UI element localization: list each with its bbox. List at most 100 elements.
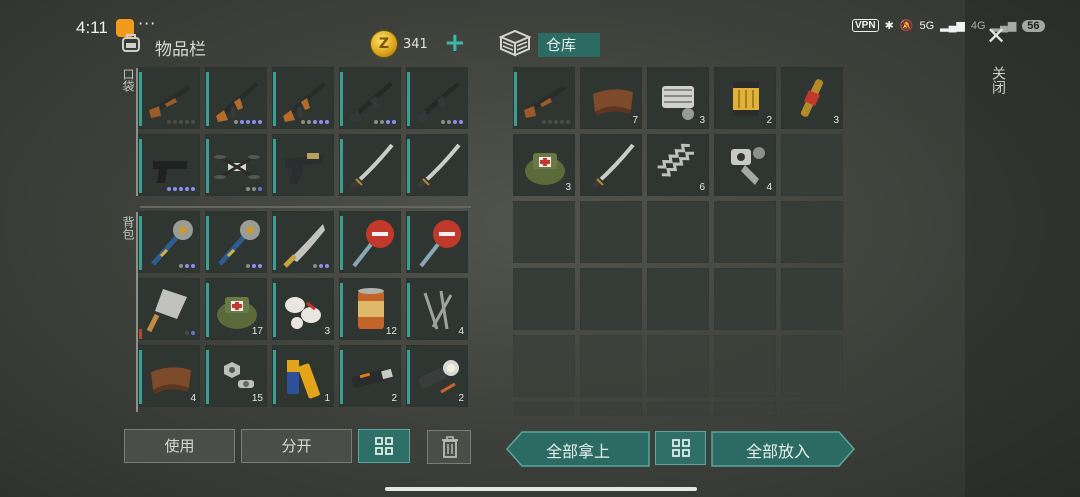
sort-warehouse-button[interactable] (655, 431, 706, 465)
empty-slot[interactable] (647, 201, 709, 263)
item-slot[interactable]: 15 (205, 345, 267, 407)
item-slot[interactable] (513, 67, 575, 129)
backpack-icon (122, 34, 140, 52)
empty-slot[interactable] (513, 335, 575, 397)
empty-slot[interactable] (647, 335, 709, 397)
item-slot[interactable] (205, 134, 267, 196)
empty-slot[interactable] (513, 402, 575, 416)
item-slot[interactable]: 12 (339, 278, 401, 340)
item-slot[interactable]: 3 (781, 67, 843, 129)
durability-bar (139, 72, 142, 126)
empty-slot[interactable] (781, 134, 843, 196)
empty-slot[interactable] (580, 335, 642, 397)
durability-bar (273, 216, 276, 270)
item-slot[interactable] (339, 67, 401, 129)
item-slot[interactable]: 4 (138, 345, 200, 407)
item-slot[interactable] (339, 134, 401, 196)
put-all-label[interactable]: 全部放入 (716, 438, 840, 462)
trash-button[interactable] (427, 430, 471, 464)
empty-slot[interactable] (580, 201, 642, 263)
rarity-dots (246, 264, 262, 268)
empty-slot[interactable] (513, 268, 575, 330)
durability-bar (340, 350, 343, 404)
item-slot[interactable] (138, 278, 200, 340)
empty-slot[interactable] (580, 402, 642, 416)
empty-slot[interactable] (714, 402, 776, 416)
empty-slot[interactable] (781, 402, 843, 416)
spark-plug-icon (800, 79, 824, 117)
item-slot[interactable] (138, 211, 200, 273)
item-quantity: 3 (833, 115, 839, 126)
item-slot[interactable]: 1 (272, 345, 334, 407)
item-slot[interactable]: 7 (580, 67, 642, 129)
durability-bar (407, 216, 410, 270)
empty-slot[interactable] (781, 201, 843, 263)
empty-slot[interactable] (781, 335, 843, 397)
item-quantity: 17 (251, 326, 263, 337)
empty-slot[interactable] (513, 201, 575, 263)
item-slot[interactable] (138, 67, 200, 129)
coin-balance: 341 (403, 37, 428, 52)
item-slot[interactable]: 4 (714, 134, 776, 196)
item-slot[interactable] (272, 211, 334, 273)
item-slot[interactable] (272, 134, 334, 196)
empty-slot[interactable] (714, 335, 776, 397)
empty-slot[interactable] (580, 268, 642, 330)
item-slot[interactable] (580, 134, 642, 196)
item-quantity: 4 (766, 182, 772, 193)
item-slot[interactable] (339, 211, 401, 273)
item-slot[interactable]: 2 (406, 345, 468, 407)
close-panel[interactable] (965, 0, 1080, 497)
assault-rifle-icon (350, 82, 393, 122)
item-slot[interactable]: 3 (272, 278, 334, 340)
sort-inventory-button[interactable] (358, 429, 410, 463)
grid-sort-icon (671, 439, 690, 457)
durability-bar (514, 72, 517, 126)
item-slot[interactable] (205, 211, 267, 273)
warehouse-crate-icon (498, 29, 532, 57)
item-slot[interactable] (205, 67, 267, 129)
durability-bar (273, 72, 276, 126)
rarity-dots (246, 187, 262, 191)
item-slot[interactable]: 2 (339, 345, 401, 407)
durability-bar (340, 283, 343, 337)
item-slot[interactable]: 3 (647, 67, 709, 129)
take-all-label[interactable]: 全部拿上 (516, 438, 640, 462)
vpn-icon: VPN (852, 19, 879, 32)
item-slot[interactable]: 2 (714, 67, 776, 129)
item-quantity: 2 (458, 393, 464, 404)
item-quantity: 15 (251, 393, 263, 404)
item-quantity: 2 (766, 115, 772, 126)
trash-icon (442, 436, 458, 458)
spiked-club-icon (151, 220, 193, 266)
empty-slot[interactable] (714, 268, 776, 330)
add-coins-button[interactable]: + (444, 28, 466, 58)
item-quantity: 3 (565, 182, 571, 193)
item-slot[interactable]: 17 (205, 278, 267, 340)
item-slot[interactable]: 6 (647, 134, 709, 196)
item-slot[interactable] (406, 67, 468, 129)
item-quantity: 1 (324, 393, 330, 404)
item-slot[interactable] (406, 211, 468, 273)
home-indicator[interactable] (385, 487, 697, 491)
mechanical-parts-icon (731, 147, 765, 185)
empty-slot[interactable] (647, 268, 709, 330)
empty-slot[interactable] (647, 402, 709, 416)
item-slot[interactable]: 4 (406, 278, 468, 340)
empty-slot[interactable] (714, 201, 776, 263)
close-label[interactable]: 关闭 (988, 66, 1008, 94)
item-slot[interactable] (138, 134, 200, 196)
empty-slot[interactable] (781, 268, 843, 330)
item-slot[interactable] (406, 134, 468, 196)
durability-bar (139, 139, 142, 193)
use-button[interactable]: 使用 (124, 429, 235, 463)
durability-bar (206, 216, 209, 270)
item-slot[interactable]: 3 (513, 134, 575, 196)
cleaver-icon (146, 289, 187, 333)
close-icon[interactable]: ✕ (986, 22, 1006, 50)
rarity-dots (301, 120, 329, 124)
item-slot[interactable] (272, 67, 334, 129)
item-quantity: 7 (632, 115, 638, 126)
split-button[interactable]: 分开 (241, 429, 352, 463)
oil-filter-icon (733, 82, 759, 116)
